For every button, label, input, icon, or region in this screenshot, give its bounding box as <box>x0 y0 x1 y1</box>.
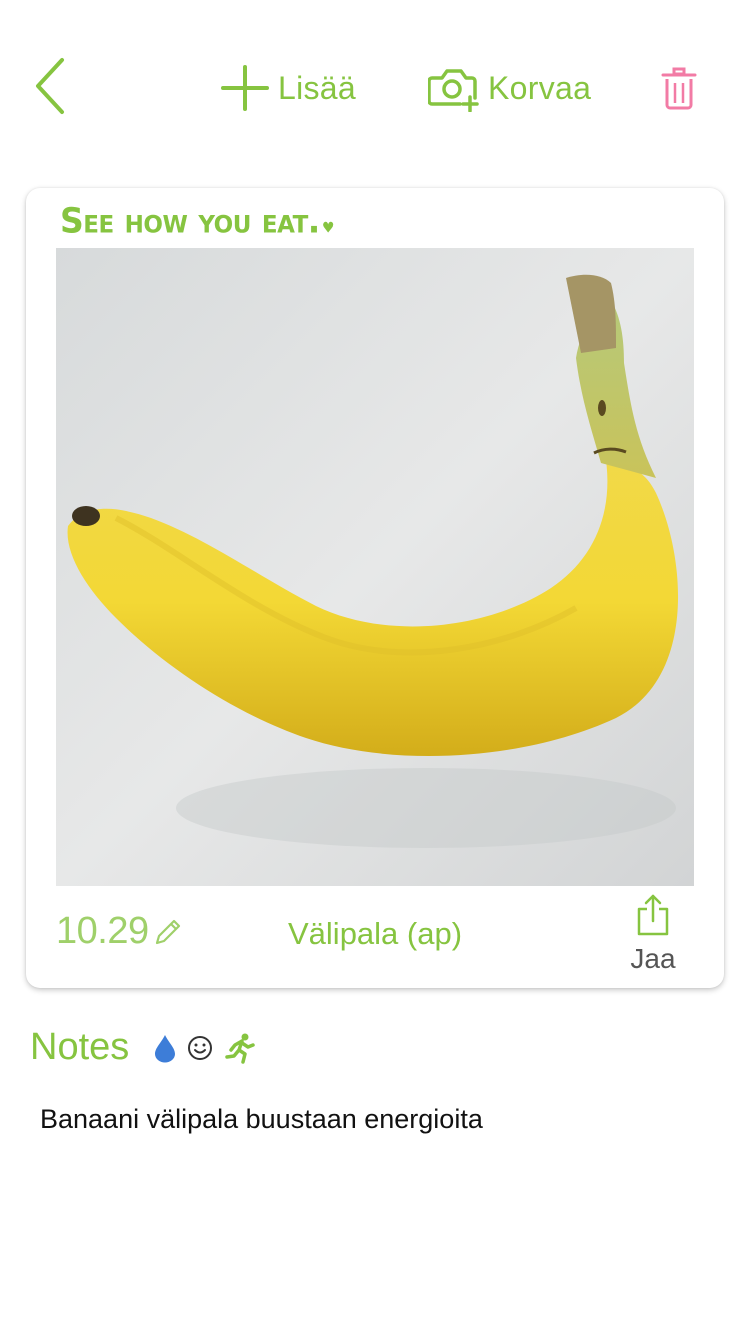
brand-logo: See how you eat. ♥ <box>60 200 334 241</box>
chevron-left-icon <box>36 58 64 114</box>
share-label: Jaa <box>630 943 676 974</box>
notes-title: Notes <box>30 1026 130 1068</box>
plus-icon <box>221 65 269 111</box>
brand-text: See how you eat. <box>60 200 320 241</box>
heart-icon: ♥ <box>321 219 335 237</box>
pencil-icon <box>155 919 180 944</box>
top-toolbar: Lisää Korvaa <box>0 0 750 180</box>
smiley-icon[interactable] <box>187 1035 213 1061</box>
camera-add-icon <box>428 69 479 112</box>
notes-tags <box>153 1032 256 1064</box>
replace-photo-button[interactable]: Korvaa <box>428 62 591 114</box>
meal-type-label[interactable]: Välipala (ap) <box>288 916 462 952</box>
add-button[interactable]: Lisää <box>220 62 356 114</box>
notes-header: Notes <box>30 1026 256 1069</box>
running-icon[interactable] <box>223 1032 256 1064</box>
meal-time-label: 10.29 <box>56 910 149 952</box>
delete-button[interactable] <box>658 66 700 112</box>
share-button[interactable]: Jaa <box>618 894 688 974</box>
meal-photo[interactable] <box>56 248 694 886</box>
notes-text[interactable]: Banaani välipala buustaan energioita <box>40 1104 483 1135</box>
meal-card: See how you eat. ♥ 10.29 Välipala (ap) J… <box>26 188 724 988</box>
add-button-label: Lisää <box>278 69 356 106</box>
water-drop-icon[interactable] <box>153 1033 177 1063</box>
back-button[interactable] <box>30 56 74 116</box>
replace-button-label: Korvaa <box>488 69 592 106</box>
trash-icon <box>661 67 697 110</box>
share-icon <box>637 894 669 936</box>
meal-time[interactable]: 10.29 <box>56 910 183 953</box>
